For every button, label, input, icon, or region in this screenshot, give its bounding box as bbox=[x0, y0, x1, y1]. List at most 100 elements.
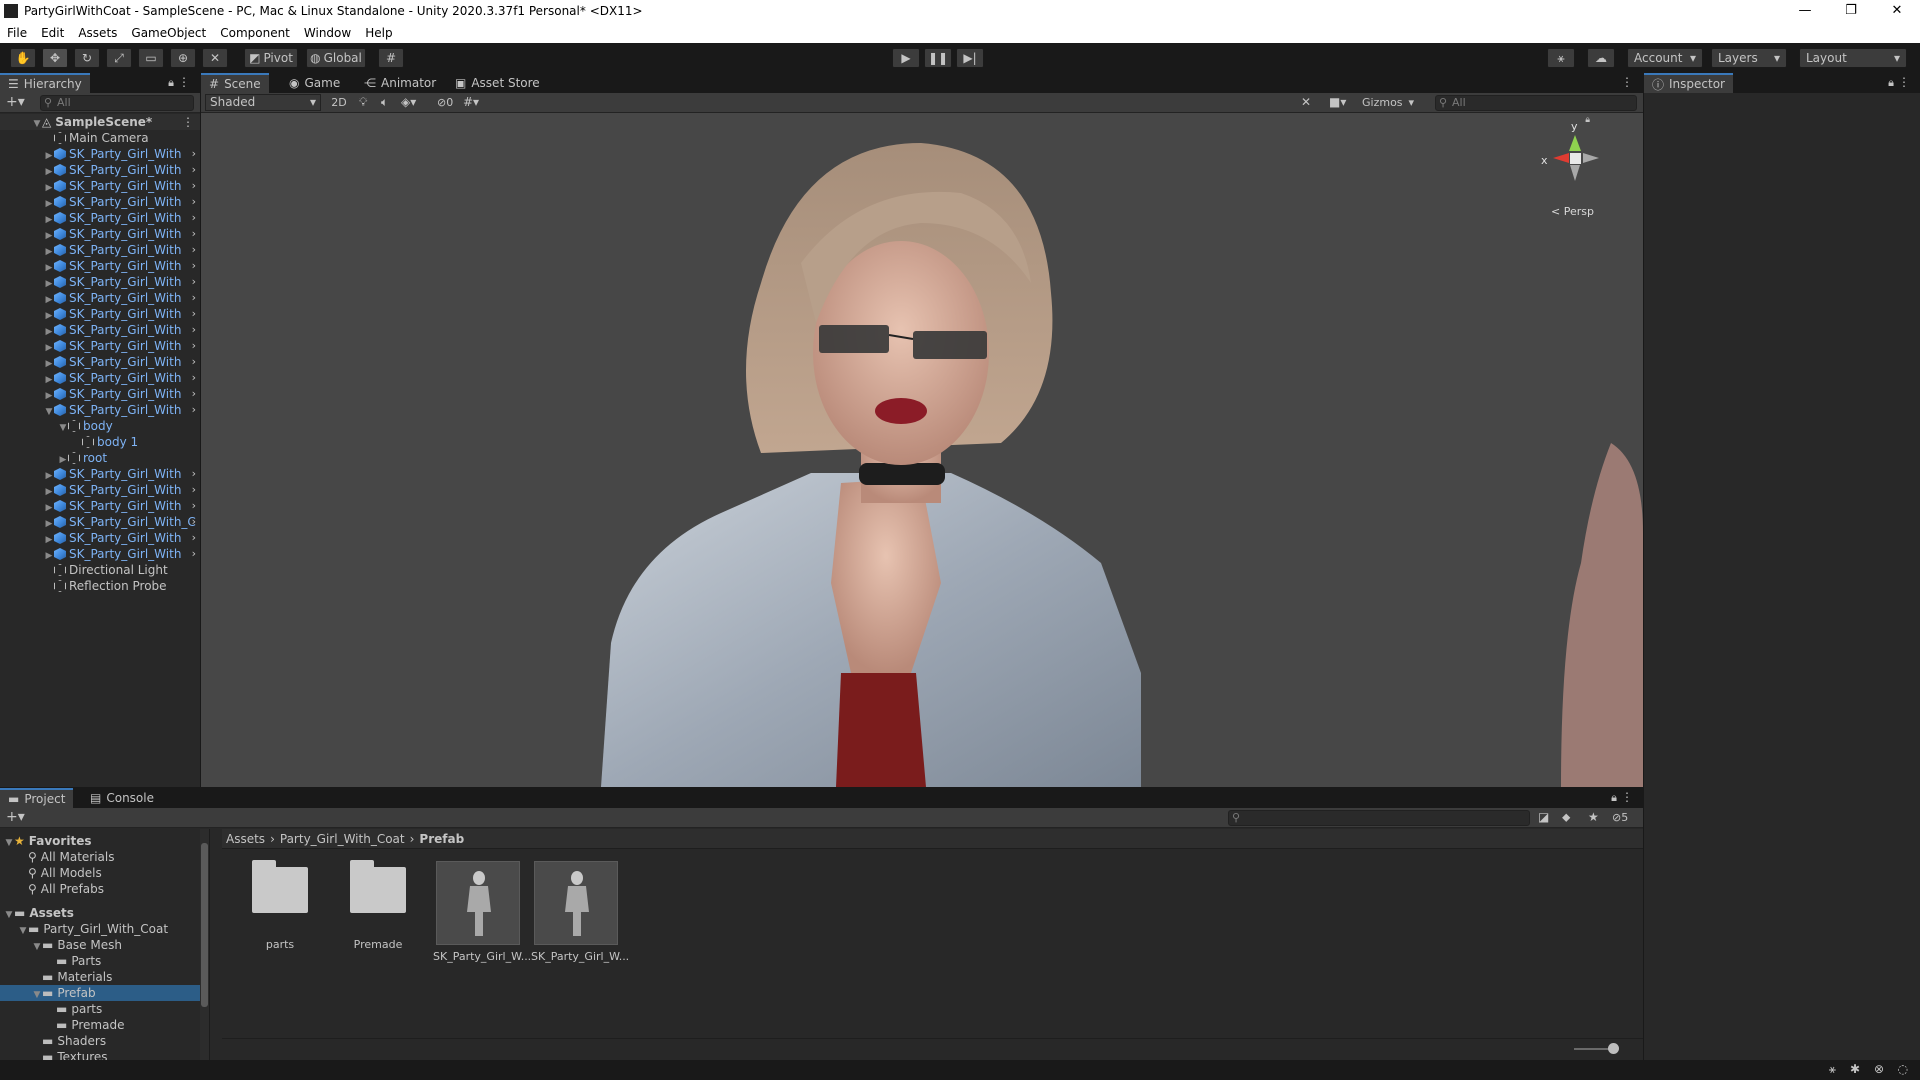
hierarchy-item[interactable]: ▶ SK_Party_Girl_With › bbox=[0, 482, 200, 498]
open-prefab-arrow-icon[interactable]: › bbox=[192, 162, 196, 178]
search-by-type-icon[interactable]: ◪ bbox=[1538, 810, 1549, 824]
asset-folder-parts[interactable]: parts bbox=[235, 860, 325, 951]
add-object-button[interactable]: +▾ bbox=[6, 94, 25, 110]
cloud-icon[interactable]: ☁ bbox=[1587, 48, 1615, 68]
more-menu-icon[interactable]: ⋮ bbox=[1621, 75, 1633, 89]
menu-assets[interactable]: Assets bbox=[71, 26, 124, 40]
minimize-button[interactable]: — bbox=[1782, 0, 1828, 22]
pause-button[interactable]: ❚❚ bbox=[924, 48, 952, 68]
menu-edit[interactable]: Edit bbox=[34, 26, 71, 40]
project-tree-item[interactable]: ▼ ▬ Assets bbox=[0, 905, 201, 921]
open-prefab-arrow-icon[interactable]: › bbox=[192, 322, 196, 338]
hierarchy-item[interactable]: ▶ SK_Party_Girl_With › bbox=[0, 178, 200, 194]
open-prefab-arrow-icon[interactable]: › bbox=[192, 498, 196, 514]
project-search-input[interactable]: ⚲ bbox=[1228, 810, 1530, 826]
tab-game[interactable]: ◉ Game bbox=[281, 73, 348, 93]
rotate-tool-icon[interactable]: ↻ bbox=[74, 48, 100, 68]
hierarchy-item[interactable]: ▶ SK_Party_Girl_With › bbox=[0, 370, 200, 386]
orientation-gizmo[interactable]: y x 🔒︎ < Persp bbox=[1533, 113, 1643, 223]
asset-prefab-sk-party-girl-2[interactable]: SK_Party_Girl_W... bbox=[531, 861, 629, 963]
tab-project[interactable]: ▬ Project bbox=[0, 788, 74, 808]
tools-icon[interactable]: ✕ bbox=[1301, 95, 1311, 109]
open-prefab-arrow-icon[interactable]: › bbox=[192, 546, 196, 562]
menu-gameobject[interactable]: GameObject bbox=[124, 26, 213, 40]
pivot-toggle[interactable]: ◩ Pivot bbox=[244, 48, 298, 68]
open-prefab-arrow-icon[interactable]: › bbox=[192, 258, 196, 274]
account-dropdown[interactable]: Account ▾ bbox=[1627, 48, 1703, 68]
transform-tool-icon[interactable]: ⊕ bbox=[170, 48, 196, 68]
menu-file[interactable]: File bbox=[0, 26, 34, 40]
tab-animator[interactable]: ⋲ Animator bbox=[356, 73, 444, 93]
tab-inspector[interactable]: ⓘ Inspector bbox=[1644, 73, 1733, 93]
open-prefab-arrow-icon[interactable]: › bbox=[192, 370, 196, 386]
menu-help[interactable]: Help bbox=[358, 26, 399, 40]
more-menu-icon[interactable]: ⋮ bbox=[1621, 790, 1633, 804]
open-prefab-arrow-icon[interactable]: › bbox=[192, 530, 196, 546]
hierarchy-item[interactable]: ▶ SK_Party_Girl_With › bbox=[0, 274, 200, 290]
custom-tool-icon[interactable]: ✕ bbox=[202, 48, 228, 68]
hierarchy-item[interactable]: body 1 bbox=[0, 434, 200, 450]
hierarchy-item[interactable]: ▶ SK_Party_Girl_With › bbox=[0, 306, 200, 322]
tab-hierarchy[interactable]: ☰ Hierarchy bbox=[0, 73, 90, 93]
move-tool-icon[interactable]: ✥ bbox=[42, 48, 68, 68]
gizmo-lock-icon[interactable]: 🔒︎ bbox=[1585, 115, 1590, 125]
hierarchy-item[interactable]: ▼ body bbox=[0, 418, 200, 434]
global-toggle[interactable]: ◍ Global bbox=[306, 48, 366, 68]
bug-icon[interactable]: ✱ bbox=[1850, 1062, 1860, 1076]
scrollbar-thumb[interactable] bbox=[201, 843, 208, 1007]
hierarchy-item[interactable]: ▶ SK_Party_Girl_With › bbox=[0, 242, 200, 258]
search-by-label-icon[interactable]: ⬥ bbox=[1562, 810, 1570, 825]
hierarchy-item[interactable]: ▶ SK_Party_Girl_With › bbox=[0, 546, 200, 562]
hierarchy-item[interactable]: ▶ SK_Party_Girl_With › bbox=[0, 258, 200, 274]
gizmos-dropdown[interactable]: Gizmos ▾ bbox=[1359, 95, 1417, 111]
hierarchy-item[interactable]: ▶ root bbox=[0, 450, 200, 466]
more-menu-icon[interactable]: ⋮ bbox=[1898, 75, 1910, 89]
open-prefab-arrow-icon[interactable]: › bbox=[192, 338, 196, 354]
hand-tool-icon[interactable]: ✋ bbox=[10, 48, 36, 68]
open-prefab-arrow-icon[interactable]: › bbox=[192, 482, 196, 498]
hierarchy-item[interactable]: ▶ SK_Party_Girl_With › bbox=[0, 498, 200, 514]
breadcrumb-party-girl[interactable]: Party_Girl_With_Coat bbox=[280, 832, 405, 846]
more-menu-icon[interactable]: ⋮ bbox=[178, 75, 190, 89]
menu-window[interactable]: Window bbox=[297, 26, 358, 40]
scale-tool-icon[interactable]: ⤢ bbox=[106, 48, 132, 68]
open-prefab-arrow-icon[interactable]: › bbox=[192, 274, 196, 290]
open-prefab-arrow-icon[interactable]: › bbox=[192, 386, 196, 402]
scene-search-input[interactable]: ⚲ All bbox=[1435, 95, 1637, 111]
open-prefab-arrow-icon[interactable]: › bbox=[192, 402, 196, 418]
step-button[interactable]: ▶| bbox=[956, 48, 984, 68]
hierarchy-search-input[interactable]: ⚲ All bbox=[40, 95, 194, 111]
scene-viewport[interactable]: y x 🔒︎ < Persp bbox=[201, 113, 1643, 787]
grid-snap-icon[interactable]: # bbox=[378, 48, 404, 68]
open-prefab-arrow-icon[interactable]: › bbox=[192, 306, 196, 322]
grid-toggle-icon[interactable]: #▾ bbox=[463, 95, 479, 109]
open-prefab-arrow-icon[interactable]: › bbox=[192, 178, 196, 194]
network-icon[interactable]: ⊗ bbox=[1874, 1062, 1884, 1076]
settings-status-icon[interactable]: ◌ bbox=[1898, 1062, 1908, 1076]
project-tree-item[interactable]: ▬ Materials bbox=[0, 969, 201, 985]
project-tree-item[interactable]: ▬ parts bbox=[0, 1001, 201, 1017]
open-prefab-arrow-icon[interactable]: › bbox=[192, 290, 196, 306]
hierarchy-item[interactable]: ▶ SK_Party_Girl_With › bbox=[0, 466, 200, 482]
hierarchy-item[interactable]: ▶ SK_Party_Girl_With › bbox=[0, 290, 200, 306]
lock-icon[interactable]: 🔒︎ bbox=[1611, 791, 1617, 805]
hierarchy-item[interactable]: ▶ SK_Party_Girl_With › bbox=[0, 354, 200, 370]
open-prefab-arrow-icon[interactable]: › bbox=[192, 226, 196, 242]
hierarchy-item[interactable]: ▶ SK_Party_Girl_With › bbox=[0, 162, 200, 178]
rect-tool-icon[interactable]: ▭ bbox=[138, 48, 164, 68]
hierarchy-item[interactable]: ▶ SK_Party_Girl_With › bbox=[0, 146, 200, 162]
asset-prefab-sk-party-girl-1[interactable]: SK_Party_Girl_W... bbox=[433, 861, 531, 963]
zoom-slider-handle[interactable] bbox=[1608, 1043, 1619, 1054]
hierarchy-item[interactable]: Directional Light bbox=[0, 562, 200, 578]
project-tree-item[interactable]: ▬ Parts bbox=[0, 953, 201, 969]
collab-icon[interactable]: ⚹ bbox=[1547, 48, 1575, 68]
project-tree-item[interactable]: ▬ Premade bbox=[0, 1017, 201, 1033]
breadcrumb-prefab[interactable]: Prefab bbox=[419, 832, 464, 846]
perspective-label[interactable]: < Persp bbox=[1551, 205, 1594, 218]
project-tree-item[interactable]: ⚲ All Prefabs bbox=[0, 881, 201, 897]
project-tree-item[interactable]: ▼ ▬ Base Mesh bbox=[0, 937, 201, 953]
asset-folder-premade[interactable]: Premade bbox=[333, 860, 423, 951]
tab-console[interactable]: ▤ Console bbox=[82, 788, 162, 808]
lock-icon[interactable]: 🔒︎ bbox=[1888, 76, 1894, 90]
audio-icon[interactable]: 🔈︎ bbox=[381, 95, 388, 110]
